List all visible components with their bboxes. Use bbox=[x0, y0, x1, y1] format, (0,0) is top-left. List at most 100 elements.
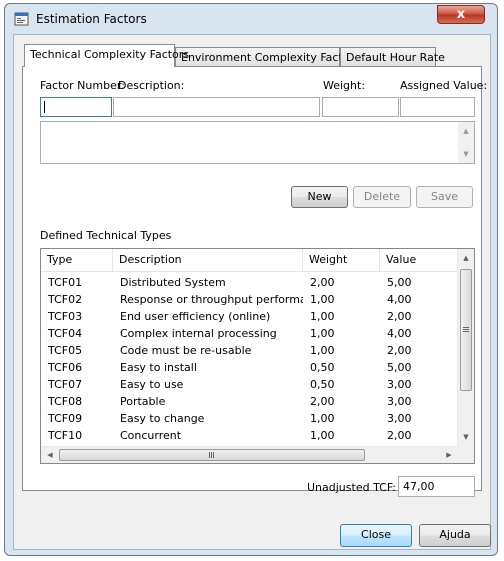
cell-value: 3,00 bbox=[387, 378, 412, 391]
table-row[interactable]: TCF02 Response or throughput performan..… bbox=[41, 291, 457, 308]
cell-value: 4,00 bbox=[387, 327, 412, 340]
cell-type: TCF01 bbox=[48, 276, 83, 289]
description-field[interactable] bbox=[113, 97, 320, 117]
defined-technical-types-label: Defined Technical Types bbox=[40, 229, 172, 242]
delete-button[interactable]: Delete bbox=[353, 186, 411, 208]
cell-description: Distributed System bbox=[120, 276, 226, 289]
technical-types-list[interactable]: Type Description Weight Value TCF01 Dist… bbox=[40, 248, 475, 464]
grip-line bbox=[463, 329, 469, 330]
cell-weight: 2,00 bbox=[310, 395, 335, 408]
new-button[interactable]: New bbox=[291, 186, 348, 208]
cell-description: Easy to change bbox=[120, 412, 205, 425]
help-button[interactable]: Ajuda bbox=[419, 524, 491, 547]
cell-description: Response or throughput performan... bbox=[120, 293, 303, 306]
assigned-value-field[interactable] bbox=[400, 97, 475, 117]
tab-default-hour-rate[interactable]: Default Hour Rate bbox=[340, 47, 445, 67]
cell-weight: 0,50 bbox=[310, 378, 335, 391]
unadjusted-tcf-label: Unadjusted TCF: bbox=[307, 481, 396, 494]
table-row[interactable]: TCF05 Code must be re-usable 1,00 2,00 bbox=[41, 342, 457, 359]
cell-type: TCF05 bbox=[48, 344, 83, 357]
weight-label: Weight: bbox=[323, 79, 366, 92]
cell-type: TCF03 bbox=[48, 310, 83, 323]
cell-weight: 1,00 bbox=[310, 310, 335, 323]
scrollbar-corner bbox=[457, 446, 474, 463]
cell-description: Easy to use bbox=[120, 378, 184, 391]
cell-value: 3,00 bbox=[387, 412, 412, 425]
cell-description: Easy to install bbox=[120, 361, 197, 374]
grip-line bbox=[213, 452, 214, 458]
factor-number-label: Factor Number: bbox=[40, 79, 125, 92]
column-header-description[interactable]: Description bbox=[113, 249, 303, 271]
close-button[interactable]: Close bbox=[340, 524, 412, 547]
title-bar[interactable]: Estimation Factors x bbox=[5, 4, 497, 34]
table-row[interactable]: TCF04 Complex internal processing 1,00 4… bbox=[41, 325, 457, 342]
cell-type: TCF10 bbox=[48, 429, 83, 442]
grip-line bbox=[463, 327, 469, 328]
cell-value: 3,00 bbox=[387, 395, 412, 408]
cell-description: Concurrent bbox=[120, 429, 182, 442]
cell-weight: 1,00 bbox=[310, 327, 335, 340]
cell-type: TCF06 bbox=[48, 361, 83, 374]
notes-scrollbar[interactable]: ▲ ▼ bbox=[458, 122, 474, 163]
column-header-type[interactable]: Type bbox=[41, 249, 113, 271]
cell-description: Portable bbox=[120, 395, 166, 408]
chevron-down-icon[interactable]: ▼ bbox=[460, 433, 472, 441]
description-label: Description: bbox=[118, 79, 185, 92]
cell-weight: 1,00 bbox=[310, 429, 335, 442]
chevron-up-icon[interactable]: ▲ bbox=[460, 254, 472, 262]
weight-field[interactable] bbox=[322, 97, 399, 117]
table-row[interactable]: TCF10 Concurrent 1,00 2,00 bbox=[41, 427, 457, 444]
cell-weight: 0,50 bbox=[310, 361, 335, 374]
factor-number-field[interactable] bbox=[40, 97, 112, 117]
chevron-up-icon[interactable]: ▲ bbox=[462, 127, 470, 135]
close-icon[interactable]: x bbox=[437, 5, 485, 24]
technical-factors-panel: Factor Number: Description: Weight: Assi… bbox=[22, 66, 487, 497]
chevron-right-icon[interactable]: ▶ bbox=[443, 451, 455, 459]
grip-line bbox=[211, 452, 212, 458]
save-button[interactable]: Save bbox=[416, 186, 473, 208]
grip-line bbox=[209, 452, 210, 458]
cell-description: Code must be re-usable bbox=[120, 344, 252, 357]
cell-value: 2,00 bbox=[387, 429, 412, 442]
list-header: Type Description Weight Value bbox=[41, 249, 457, 272]
table-row[interactable]: TCF09 Easy to change 1,00 3,00 bbox=[41, 410, 457, 427]
horizontal-scroll-thumb[interactable] bbox=[59, 449, 365, 461]
estimation-factors-window: Estimation Factors x Technical Complexit… bbox=[4, 3, 498, 556]
cell-weight: 1,00 bbox=[310, 412, 335, 425]
cell-value: 2,00 bbox=[387, 344, 412, 357]
cell-value: 4,00 bbox=[387, 293, 412, 306]
table-row[interactable]: TCF07 Easy to use 0,50 3,00 bbox=[41, 376, 457, 393]
cell-description: Complex internal processing bbox=[120, 327, 277, 340]
chevron-down-icon[interactable]: ▼ bbox=[462, 150, 470, 158]
grip-line bbox=[463, 331, 469, 332]
window-title: Estimation Factors bbox=[36, 12, 147, 26]
cell-type: TCF07 bbox=[48, 378, 83, 391]
text-caret bbox=[44, 101, 45, 113]
cell-weight: 2,00 bbox=[310, 276, 335, 289]
table-row[interactable]: TCF08 Portable 2,00 3,00 bbox=[41, 393, 457, 410]
window-app-icon bbox=[14, 11, 30, 27]
list-horizontal-scrollbar[interactable]: ◀ ▶ bbox=[41, 446, 457, 463]
column-header-weight[interactable]: Weight bbox=[303, 249, 380, 271]
dialog-client-area: Technical Complexity Factors Environment… bbox=[13, 34, 491, 550]
table-row[interactable]: TCF01 Distributed System 2,00 5,00 bbox=[41, 274, 457, 291]
notes-textarea[interactable]: ▲ ▼ bbox=[40, 121, 475, 164]
cell-weight: 1,00 bbox=[310, 293, 335, 306]
cell-value: 5,00 bbox=[387, 276, 412, 289]
table-row[interactable]: TCF03 End user efficiency (online) 1,00 … bbox=[41, 308, 457, 325]
table-row[interactable]: TCF06 Easy to install 0,50 5,00 bbox=[41, 359, 457, 376]
assigned-value-label: Assigned Value: bbox=[400, 79, 488, 92]
cell-type: TCF09 bbox=[48, 412, 83, 425]
cell-value: 5,00 bbox=[387, 361, 412, 374]
cell-type: TCF02 bbox=[48, 293, 83, 306]
chevron-left-icon[interactable]: ◀ bbox=[44, 451, 56, 459]
cell-description: End user efficiency (online) bbox=[120, 310, 271, 323]
tab-environment-complexity-factors[interactable]: Environment Complexity Factors bbox=[175, 47, 360, 67]
list-vertical-scrollbar[interactable]: ▲ ▼ bbox=[457, 249, 474, 446]
cell-weight: 1,00 bbox=[310, 344, 335, 357]
vertical-scroll-thumb[interactable] bbox=[460, 269, 472, 391]
column-header-value[interactable]: Value bbox=[380, 249, 457, 271]
cell-type: TCF04 bbox=[48, 327, 83, 340]
cell-value: 2,00 bbox=[387, 310, 412, 323]
tab-technical-complexity-factors[interactable]: Technical Complexity Factors bbox=[24, 44, 189, 67]
